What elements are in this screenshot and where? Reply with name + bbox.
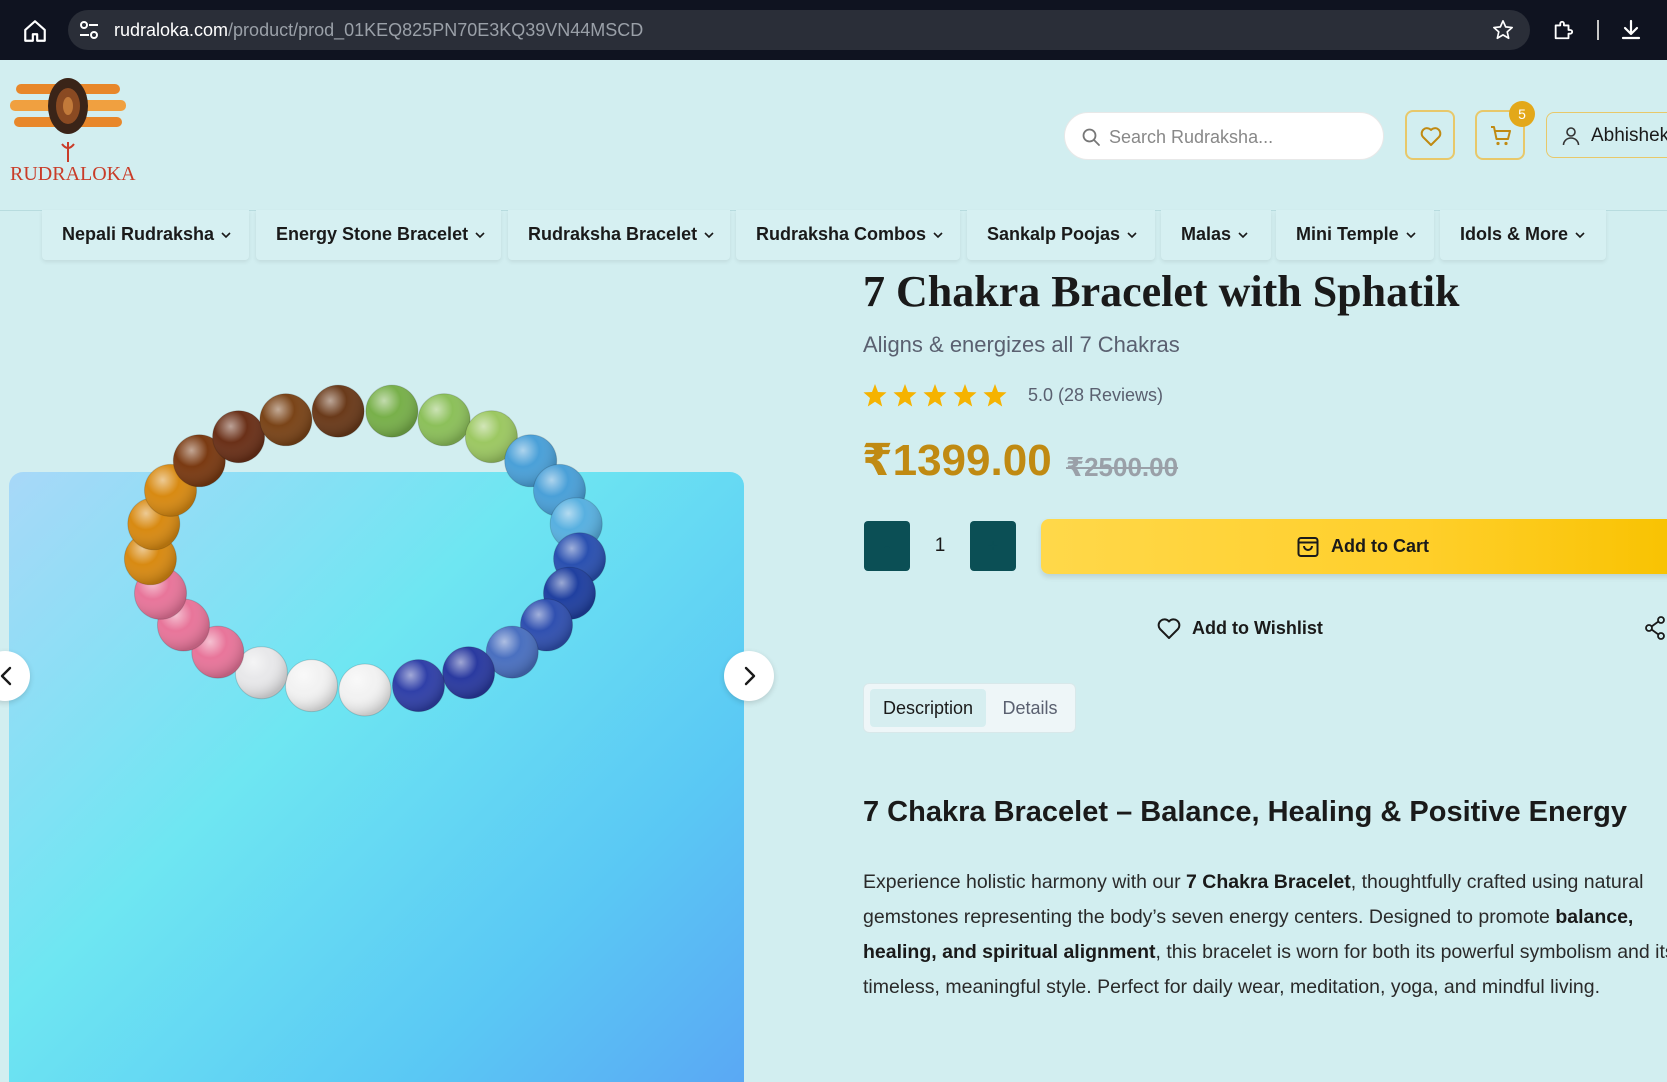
user-account-button[interactable]: Abhishek: [1546, 112, 1667, 158]
description-text: Experience holistic harmony with our: [863, 871, 1186, 893]
bracelet-bead-shine: [418, 393, 471, 446]
description-bold-text: 7 Chakra Bracelet: [1185, 871, 1351, 893]
nav-item-nepali-rudraksha[interactable]: Nepali Rudraksha: [42, 210, 249, 260]
product-title: 7 Chakra Bracelet with Sphatik: [863, 267, 1460, 316]
toolbar-divider: [1597, 20, 1599, 40]
category-nav: Nepali Rudraksha Energy Stone Bracelet R…: [0, 210, 1667, 262]
search-bar[interactable]: [1064, 112, 1384, 160]
search-input[interactable]: [1109, 123, 1369, 151]
chevron-down-icon: [221, 232, 231, 239]
share-icon[interactable]: [1643, 615, 1667, 641]
nav-item-mini-temple[interactable]: Mini Temple: [1276, 210, 1434, 260]
star-icon: [863, 384, 887, 407]
nav-item-energy-stone-bracelet[interactable]: Energy Stone Bracelet: [256, 210, 501, 260]
bracelet-bead-shine: [285, 659, 338, 712]
bag-icon: [1297, 537, 1319, 557]
nav-item-label: Mini Temple: [1296, 224, 1399, 244]
chevron-down-icon: [1406, 232, 1416, 239]
star-icon: [953, 384, 977, 407]
nav-item-label: Rudraksha Combos: [756, 224, 927, 244]
product-subtitle: Aligns & energizes all 7 Chakras: [863, 332, 1180, 357]
heart-icon: [1157, 618, 1181, 639]
product-tabs: Description Details: [863, 683, 1076, 733]
bookmark-star-icon[interactable]: [1492, 19, 1514, 41]
add-to-cart-button[interactable]: Add to Cart: [1041, 519, 1667, 574]
quantity-value: 1: [934, 535, 946, 556]
extensions-icon[interactable]: [1552, 19, 1574, 41]
nav-item-label: Idols & More: [1460, 224, 1569, 244]
tab-description[interactable]: Description: [870, 689, 986, 727]
sale-price: ₹1399.00: [862, 436, 1052, 485]
url-host: rudraloka.com: [114, 20, 229, 40]
description-paragraph: Experience holistic harmony with our 7 C…: [863, 865, 1667, 1005]
nav-item-label: Sankalp Poojas: [987, 224, 1121, 244]
rating-stars: [863, 384, 1007, 407]
tab-details[interactable]: Details: [988, 689, 1072, 727]
bracelet-bead-shine: [339, 664, 391, 716]
add-to-wishlist-label: Add to Wishlist: [1192, 618, 1323, 638]
user-icon: [1562, 127, 1580, 146]
cart-count-badge: 5: [1509, 101, 1535, 127]
nav-item-rudraksha-combos[interactable]: Rudraksha Combos: [736, 210, 960, 260]
bracelet-bead-shine: [259, 393, 312, 446]
original-price: ₹2500.00: [1066, 452, 1179, 482]
logo-text: RUDRALOKA: [10, 163, 136, 185]
quantity-decrease-button[interactable]: -: [864, 521, 910, 571]
bracelet-bead-shine: [365, 385, 418, 438]
rating-summary[interactable]: 5.0 (28 Reviews): [1028, 385, 1163, 406]
bracelet-bead-shine: [212, 410, 265, 463]
browser-toolbar: rudraloka.com/product/prod_01KEQ825PN70E…: [0, 0, 1667, 60]
address-bar[interactable]: rudraloka.com/product/prod_01KEQ825PN70E…: [68, 10, 1530, 50]
cart-icon: [1491, 126, 1511, 146]
nav-item-label: Malas: [1181, 224, 1232, 244]
star-icon: [923, 384, 947, 407]
add-to-cart-label: Add to Cart: [1331, 536, 1429, 556]
product-image-bracelet: [123, 384, 607, 717]
add-to-wishlist-button[interactable]: Add to Wishlist: [1156, 614, 1336, 644]
description-heading: 7 Chakra Bracelet – Balance, Healing & P…: [863, 796, 1627, 828]
bracelet-bead-shine: [392, 659, 445, 712]
search-icon: [1082, 128, 1100, 146]
star-icon: [893, 384, 917, 407]
quantity-increase-button[interactable]: +: [970, 521, 1016, 571]
chevron-down-icon: [1575, 232, 1585, 239]
wishlist-button[interactable]: [1405, 110, 1455, 160]
nav-item-malas[interactable]: Malas: [1161, 210, 1271, 260]
nav-item-label: Rudraksha Bracelet: [528, 224, 698, 244]
chevron-down-icon: [1127, 232, 1137, 239]
home-icon[interactable]: [22, 18, 48, 44]
heart-icon: [1420, 127, 1442, 146]
download-icon[interactable]: [1619, 18, 1643, 42]
chevron-down-icon: [704, 232, 714, 239]
nav-item-label: Nepali Rudraksha: [62, 224, 215, 244]
url-path: /product/prod_01KEQ825PN70E3KQ39VN44MSCD: [228, 20, 644, 40]
star-icon: [983, 384, 1007, 407]
url-text: rudraloka.com/product/prod_01KEQ825PN70E…: [114, 20, 643, 41]
bracelet-bead-shine: [312, 385, 365, 438]
chevron-down-icon: [933, 232, 943, 239]
chevron-right-icon: [744, 666, 756, 686]
user-name: Abhishek: [1591, 125, 1667, 146]
nav-item-rudraksha-bracelet[interactable]: Rudraksha Bracelet: [508, 210, 730, 260]
bracelet-bead-shine: [442, 646, 495, 699]
gallery-next-button[interactable]: [724, 651, 774, 701]
chevron-down-icon: [475, 232, 485, 239]
chevron-down-icon: [1238, 232, 1248, 239]
chevron-left-icon: [0, 666, 12, 686]
nav-item-label: Energy Stone Bracelet: [276, 224, 469, 244]
site-info-icon[interactable]: [78, 20, 100, 40]
nav-item-sankalp-poojas[interactable]: Sankalp Poojas: [967, 210, 1155, 260]
nav-item-idols-and-more[interactable]: Idols & More: [1440, 210, 1606, 260]
